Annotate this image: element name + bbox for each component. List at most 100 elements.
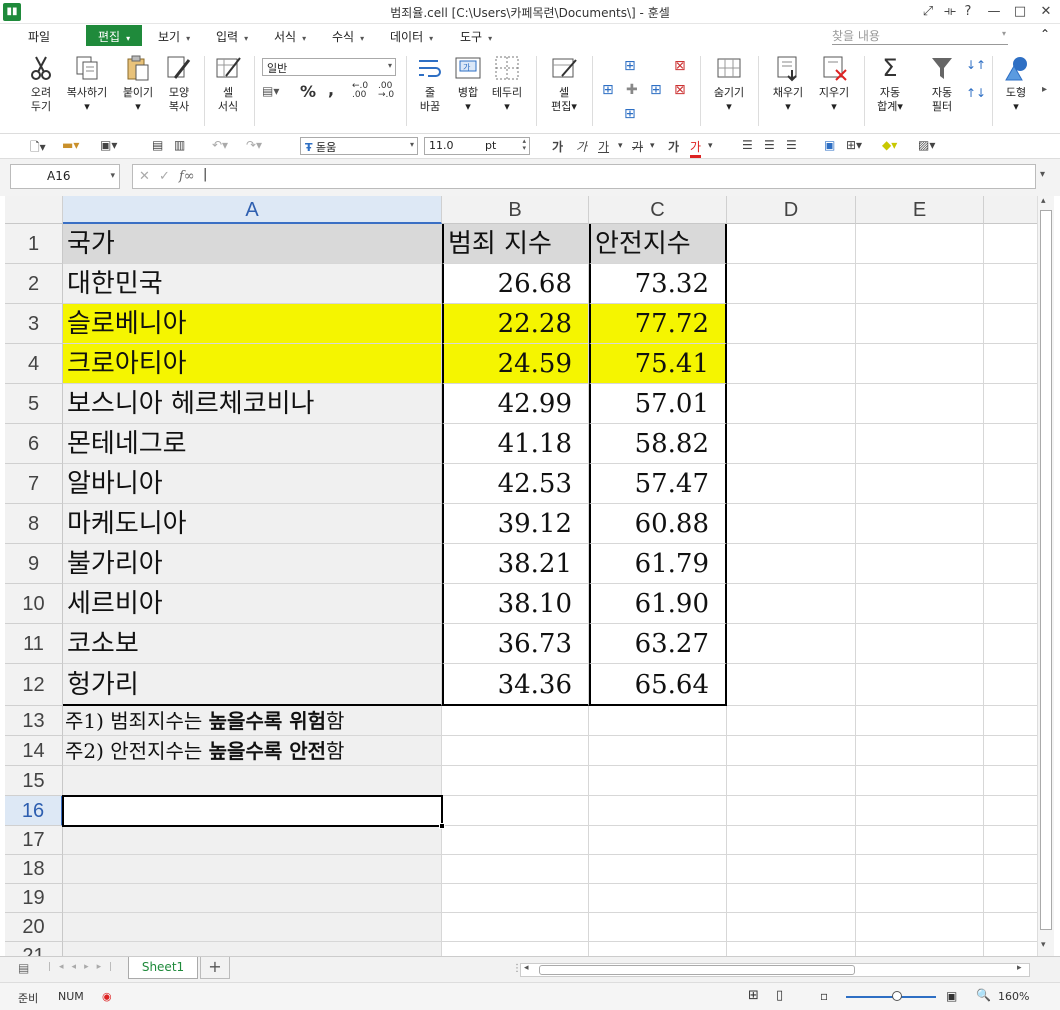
cell-empty[interactable] bbox=[63, 766, 442, 796]
confirm-icon[interactable]: ✓ bbox=[159, 169, 170, 184]
close-button[interactable]: ✕ bbox=[1036, 3, 1056, 21]
cell-empty[interactable] bbox=[856, 384, 984, 424]
cell-country[interactable]: 슬로베니아 bbox=[63, 304, 442, 344]
border-button[interactable]: 테두리 ▾ bbox=[488, 54, 526, 114]
cell-empty[interactable] bbox=[442, 766, 589, 796]
undo-icon[interactable]: ↶▾ bbox=[212, 138, 228, 152]
cell-empty[interactable] bbox=[856, 942, 984, 956]
normal-view-icon[interactable]: ⊞ bbox=[748, 988, 759, 1003]
cell-empty[interactable] bbox=[442, 884, 589, 913]
clear-button[interactable]: 지우기 ▾ bbox=[812, 54, 856, 114]
horizontal-scrollbar[interactable]: ◂ ▸ bbox=[520, 963, 1030, 977]
cell-empty[interactable] bbox=[442, 913, 589, 942]
cell-safety-index[interactable]: 57.01 bbox=[589, 384, 727, 424]
scroll-down-icon[interactable]: ▾ bbox=[1041, 940, 1046, 950]
insert-column-left-icon[interactable]: ⊞ bbox=[602, 82, 614, 98]
cell-empty[interactable] bbox=[442, 942, 589, 956]
row-header-2[interactable]: 2 bbox=[5, 264, 63, 304]
tab-sheet1[interactable]: Sheet1 bbox=[128, 957, 198, 979]
row-header-1[interactable]: 1 bbox=[5, 224, 63, 264]
cell-safety-index[interactable]: 61.90 bbox=[589, 584, 727, 624]
column-header-e[interactable]: E bbox=[856, 196, 984, 224]
cell-empty[interactable] bbox=[727, 424, 856, 464]
formula-input[interactable]: ✕ ✓ f∞ | bbox=[132, 164, 1036, 189]
cell-empty[interactable] bbox=[442, 706, 589, 736]
collapse-ribbon-icon[interactable]: ⌃ bbox=[1040, 27, 1050, 41]
row-header-21[interactable]: 21 bbox=[5, 942, 63, 956]
cell-country[interactable]: 알바니아 bbox=[63, 464, 442, 504]
cell-empty[interactable] bbox=[984, 796, 1037, 826]
scroll-left-icon[interactable]: ◂ bbox=[524, 963, 529, 973]
row-header-8[interactable]: 8 bbox=[5, 504, 63, 544]
zoom-out-icon[interactable]: ▫ bbox=[820, 989, 828, 1003]
row-header-10[interactable]: 10 bbox=[5, 584, 63, 624]
cell-country[interactable]: 불가리아 bbox=[63, 544, 442, 584]
cell-safety-index[interactable]: 77.72 bbox=[589, 304, 727, 344]
merge-button[interactable]: 가 병합 ▾ bbox=[450, 54, 486, 114]
row-header-4[interactable]: 4 bbox=[5, 344, 63, 384]
open-folder-icon[interactable]: ▬▾ bbox=[62, 138, 79, 152]
cell-empty[interactable] bbox=[727, 706, 856, 736]
currency-format-icon[interactable]: ▤▾ bbox=[262, 84, 279, 98]
cell-safety-index[interactable]: 57.47 bbox=[589, 464, 727, 504]
font-size-up-button[interactable]: 가 bbox=[668, 138, 679, 155]
cell-empty[interactable] bbox=[856, 304, 984, 344]
expand-formula-icon[interactable]: ▾ bbox=[1040, 169, 1045, 180]
cancel-icon[interactable]: ✕ bbox=[139, 169, 150, 184]
cell-empty[interactable] bbox=[856, 855, 984, 884]
fullscreen-icon[interactable]: ⤢ bbox=[918, 3, 938, 21]
row-header-14[interactable]: 14 bbox=[5, 736, 63, 766]
cell-country[interactable]: 마케도니아 bbox=[63, 504, 442, 544]
cut-button[interactable]: 오려 두기 bbox=[22, 54, 60, 114]
cell-empty[interactable] bbox=[856, 826, 984, 855]
cell-crime-index[interactable]: 26.68 bbox=[442, 264, 589, 304]
cell-empty[interactable] bbox=[589, 942, 727, 956]
note-cell[interactable]: 주1) 범죄지수는 높을수록 위험함 bbox=[63, 706, 442, 736]
cell-empty[interactable] bbox=[589, 796, 727, 826]
spreadsheet-grid[interactable]: A B C D E 1 2 3 4 5 6 7 8 9 10 11 12 13 14 15 16 17 18 19 20 21 국가… bbox=[5, 196, 1037, 956]
cell-empty[interactable] bbox=[589, 766, 727, 796]
print-preview-icon[interactable]: ▥ bbox=[174, 138, 185, 152]
vertical-scroll-thumb[interactable] bbox=[1040, 210, 1052, 930]
cell-empty[interactable] bbox=[856, 624, 984, 664]
cell-empty[interactable] bbox=[63, 913, 442, 942]
row-header-5[interactable]: 5 bbox=[5, 384, 63, 424]
cell-empty[interactable] bbox=[727, 826, 856, 855]
cell-empty[interactable] bbox=[442, 736, 589, 766]
cell-empty[interactable] bbox=[856, 796, 984, 826]
cell-empty[interactable] bbox=[589, 855, 727, 884]
cell-empty[interactable] bbox=[856, 224, 984, 264]
align-left-icon[interactable]: ☰ bbox=[742, 138, 753, 152]
cell-empty[interactable] bbox=[856, 584, 984, 624]
cell-empty[interactable] bbox=[727, 224, 856, 264]
cell-country[interactable]: 몬테네그로 bbox=[63, 424, 442, 464]
cell-empty[interactable] bbox=[442, 855, 589, 884]
cell-country[interactable]: 헝가리 bbox=[63, 664, 442, 706]
wrap-text-button[interactable]: 줄 바꿈 bbox=[412, 54, 448, 114]
ribbon-toggle-icon[interactable]: ⟛ bbox=[940, 3, 960, 21]
sheet-list-icon[interactable]: ▤ bbox=[18, 961, 29, 975]
cell-empty[interactable] bbox=[984, 826, 1037, 855]
tab-nav-icons[interactable]: |◂◂▸▸| bbox=[48, 962, 120, 972]
menu-insert[interactable]: 입력 ▾ bbox=[216, 28, 248, 45]
menu-tools[interactable]: 도구 ▾ bbox=[460, 28, 492, 45]
row-header-11[interactable]: 11 bbox=[5, 624, 63, 664]
cell-empty[interactable] bbox=[856, 504, 984, 544]
cell-empty[interactable] bbox=[589, 826, 727, 855]
cell-empty[interactable] bbox=[589, 913, 727, 942]
cell-safety-index[interactable]: 58.82 bbox=[589, 424, 727, 464]
cell-empty[interactable] bbox=[984, 424, 1037, 464]
cell-empty[interactable] bbox=[63, 826, 442, 855]
print-icon[interactable]: ▤ bbox=[152, 138, 163, 152]
vertical-scrollbar[interactable]: ▴ ▾ bbox=[1037, 196, 1054, 956]
save-icon[interactable]: ▣▾ bbox=[100, 138, 117, 152]
cell-empty[interactable] bbox=[984, 304, 1037, 344]
menu-view[interactable]: 보기 ▾ bbox=[158, 28, 190, 45]
underline-button[interactable]: 가 bbox=[598, 138, 609, 155]
row-header-17[interactable]: 17 bbox=[5, 826, 63, 855]
search-input[interactable]: 찾을 내용 ▾ bbox=[832, 27, 1008, 45]
zoom-in-icon[interactable]: ▣ bbox=[946, 989, 957, 1003]
cell-empty[interactable] bbox=[63, 884, 442, 913]
row-header-16[interactable]: 16 bbox=[5, 796, 63, 826]
fill-color-icon[interactable]: ◆▾ bbox=[882, 138, 897, 152]
